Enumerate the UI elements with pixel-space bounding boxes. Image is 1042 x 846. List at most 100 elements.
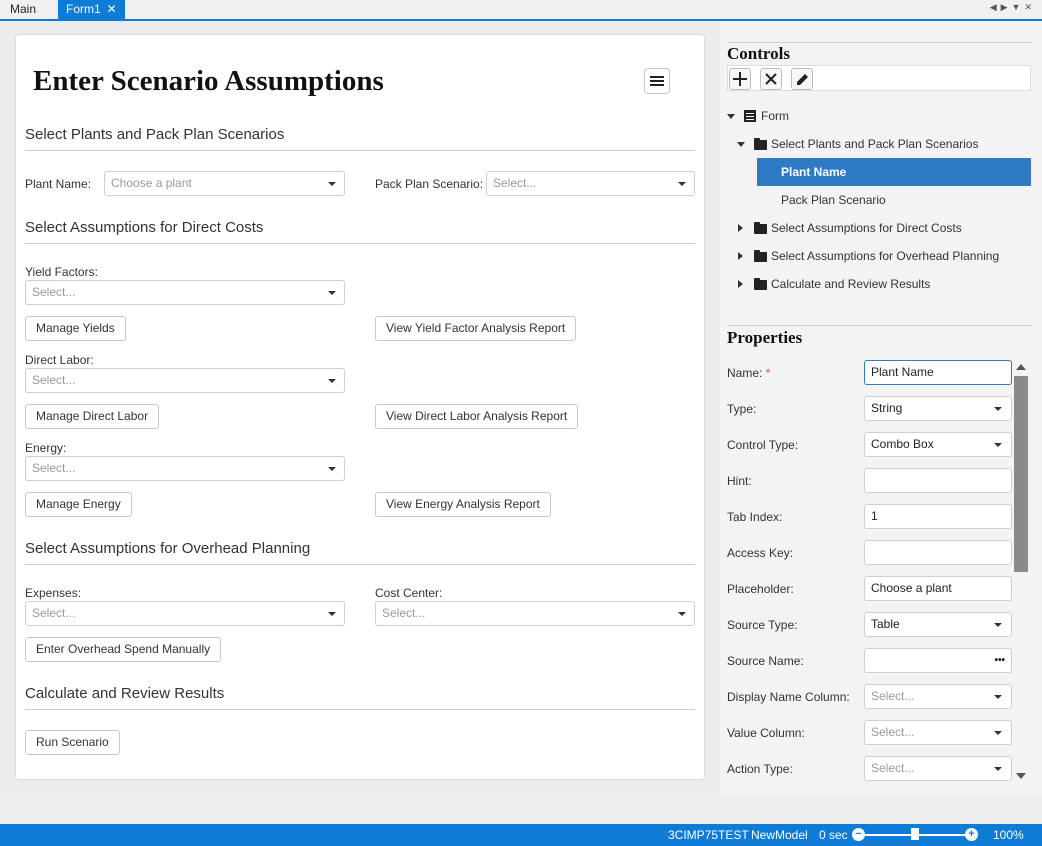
tree-item-section-direct[interactable]: Select Assumptions for Direct Costs xyxy=(771,214,962,242)
edit-control-button[interactable] xyxy=(791,68,813,90)
section-title-overhead: Select Assumptions for Overhead Planning xyxy=(25,540,311,557)
required-mark: * xyxy=(765,366,771,380)
prop-action-type-label: Action Type: xyxy=(727,762,793,776)
folder-icon xyxy=(754,222,767,234)
prop-placeholder-input[interactable]: Choose a plant xyxy=(864,576,1012,601)
tab-main[interactable]: Main xyxy=(2,0,44,19)
prop-display-column-select[interactable]: Select... xyxy=(864,684,1012,709)
section-divider xyxy=(25,709,695,710)
close-icon xyxy=(765,73,777,85)
chevron-down-icon xyxy=(994,623,1002,627)
prop-control-type-select[interactable]: Combo Box xyxy=(864,432,1012,457)
pencil-icon xyxy=(796,73,808,85)
properties-title: Properties xyxy=(727,328,803,347)
chevron-down-icon xyxy=(994,443,1002,447)
view-yield-report-button[interactable]: View Yield Factor Analysis Report xyxy=(375,316,577,341)
prop-display-column-value: Select... xyxy=(871,689,915,703)
scroll-down-icon[interactable] xyxy=(1016,773,1026,779)
section-title-results: Calculate and Review Results xyxy=(25,685,225,702)
chevron-down-icon xyxy=(328,379,336,383)
folder-icon xyxy=(754,250,767,262)
run-scenario-button[interactable]: Run Scenario xyxy=(25,730,120,755)
prop-access-key-input[interactable] xyxy=(864,540,1012,565)
tab-main-label: Main xyxy=(10,2,37,16)
plant-name-label: Plant Name: xyxy=(25,177,92,191)
manage-direct-labor-button[interactable]: Manage Direct Labor xyxy=(25,404,160,429)
direct-labor-label: Direct Labor: xyxy=(25,353,94,367)
expand-caret-icon[interactable] xyxy=(737,142,745,147)
controls-toolbar xyxy=(727,65,1031,91)
chevron-down-icon xyxy=(678,612,686,616)
expand-caret-icon[interactable] xyxy=(727,114,735,119)
manage-yields-button[interactable]: Manage Yields xyxy=(25,316,126,341)
panel-divider xyxy=(727,42,1031,43)
plant-name-combo[interactable]: Choose a plant xyxy=(104,171,345,196)
tree-item-section-plants[interactable]: Select Plants and Pack Plan Scenarios xyxy=(771,130,978,158)
prop-hint-label: Hint: xyxy=(727,474,752,488)
prop-name-input[interactable]: Plant Name xyxy=(864,360,1012,385)
status-timer: 0 sec xyxy=(819,828,848,842)
prop-source-type-value: Table xyxy=(871,617,900,631)
collapsed-caret-icon[interactable] xyxy=(738,280,743,288)
prop-value-column-select[interactable]: Select... xyxy=(864,720,1012,745)
scroll-up-icon[interactable] xyxy=(1016,364,1026,370)
prop-source-type-select[interactable]: Table xyxy=(864,612,1012,637)
hamburger-icon xyxy=(650,76,664,86)
controls-title: Controls xyxy=(727,44,790,63)
yield-factors-combo[interactable]: Select... xyxy=(25,280,345,305)
chevron-down-icon xyxy=(994,731,1002,735)
view-energy-report-button[interactable]: View Energy Analysis Report xyxy=(375,492,551,517)
chevron-down-icon xyxy=(994,767,1002,771)
plus-icon xyxy=(733,72,747,86)
prop-type-select[interactable]: String xyxy=(864,396,1012,421)
direct-labor-combo[interactable]: Select... xyxy=(25,368,345,393)
prop-source-name-label: Source Name: xyxy=(727,654,804,668)
tree-item-form[interactable]: Form xyxy=(761,102,789,130)
direct-labor-placeholder: Select... xyxy=(32,373,76,387)
prop-source-name-input[interactable]: ••• xyxy=(864,648,1012,673)
tree-item-plant-name[interactable]: Plant Name xyxy=(757,158,1031,186)
document-tab-strip: Main Form1 ✕ ◀▶▼✕ xyxy=(0,0,1042,19)
tree-item-section-results[interactable]: Calculate and Review Results xyxy=(771,270,930,298)
tree-item-section-overhead[interactable]: Select Assumptions for Overhead Planning xyxy=(771,242,999,270)
prop-action-type-value: Select... xyxy=(871,761,915,775)
prop-hint-input[interactable] xyxy=(864,468,1012,493)
energy-combo[interactable]: Select... xyxy=(25,456,345,481)
prop-control-type-value: Combo Box xyxy=(871,437,934,451)
status-zoom-level: 100% xyxy=(993,828,1024,842)
hamburger-menu-button[interactable] xyxy=(644,68,670,94)
zoom-out-icon[interactable]: − xyxy=(852,828,865,841)
prop-access-key-label: Access Key: xyxy=(727,546,794,560)
collapsed-caret-icon[interactable] xyxy=(738,224,743,232)
chevron-down-icon xyxy=(328,291,336,295)
scrollbar-thumb[interactable] xyxy=(1014,376,1028,572)
chevron-down-icon xyxy=(328,612,336,616)
tree-item-pack-plan[interactable]: Pack Plan Scenario xyxy=(781,186,886,214)
delete-control-button[interactable] xyxy=(760,68,782,90)
prop-value-column-value: Select... xyxy=(871,725,915,739)
prop-action-type-select[interactable]: Select... xyxy=(864,756,1012,781)
more-options-icon[interactable]: ••• xyxy=(994,649,1005,672)
collapsed-caret-icon[interactable] xyxy=(738,252,743,260)
add-control-button[interactable] xyxy=(729,68,751,90)
expenses-combo[interactable]: Select... xyxy=(25,601,345,626)
prop-placeholder-label: Placeholder: xyxy=(727,582,794,596)
prop-tab-index-input[interactable]: 1 xyxy=(864,504,1012,529)
tab-form1[interactable]: Form1 ✕ xyxy=(58,0,125,19)
page-title: Enter Scenario Assumptions xyxy=(33,65,384,97)
folder-icon xyxy=(754,278,767,290)
enter-overhead-manually-button[interactable]: Enter Overhead Spend Manually xyxy=(25,637,222,662)
pack-plan-combo[interactable]: Select... xyxy=(486,171,695,196)
section-title-plants: Select Plants and Pack Plan Scenarios xyxy=(25,126,285,143)
section-divider xyxy=(25,564,695,565)
zoom-in-icon[interactable]: + xyxy=(965,828,978,841)
close-icon[interactable]: ✕ xyxy=(107,2,117,16)
form-icon xyxy=(744,110,756,122)
folder-icon xyxy=(754,138,767,150)
cost-center-combo[interactable]: Select... xyxy=(375,601,695,626)
view-labor-report-button[interactable]: View Direct Labor Analysis Report xyxy=(375,404,579,429)
tab-navigation-icons[interactable]: ◀▶▼✕ xyxy=(990,2,1036,13)
manage-energy-button[interactable]: Manage Energy xyxy=(25,492,132,517)
yield-factors-label: Yield Factors: xyxy=(25,265,98,279)
zoom-slider-thumb[interactable] xyxy=(911,828,919,840)
